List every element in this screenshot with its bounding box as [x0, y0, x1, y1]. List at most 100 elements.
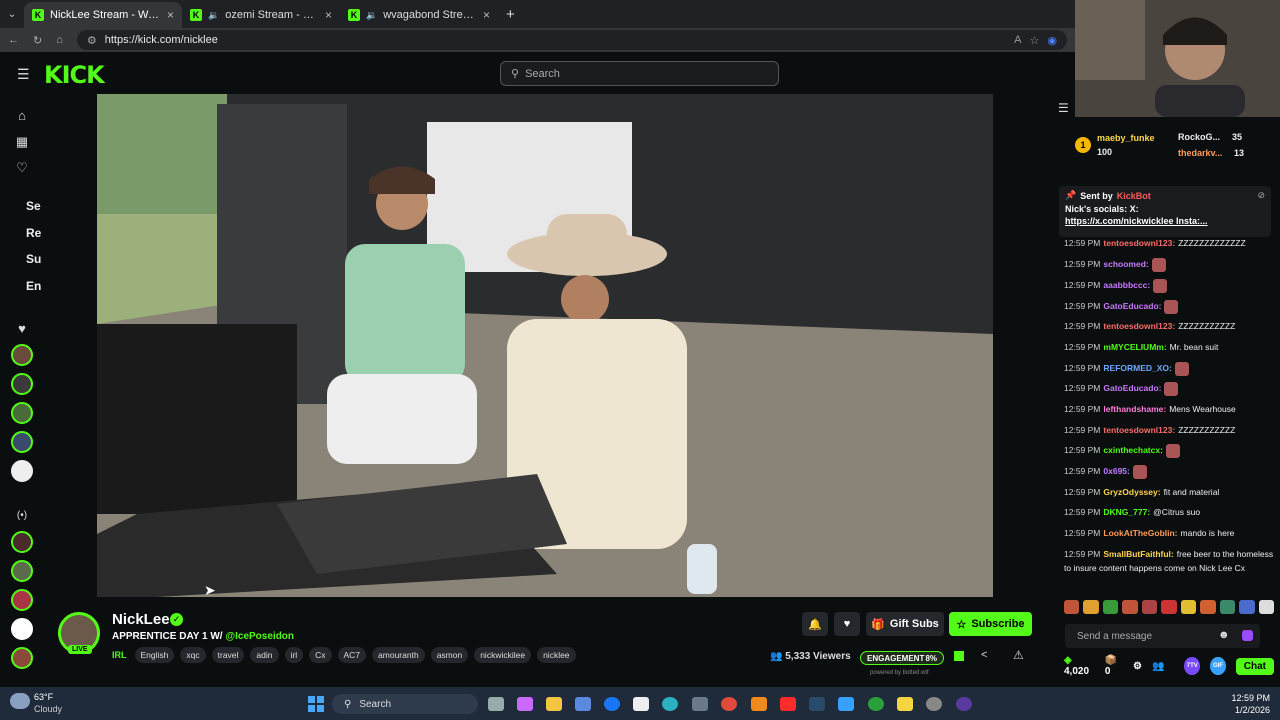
new-tab-button[interactable]: +	[506, 6, 515, 23]
clip-icon[interactable]	[954, 651, 964, 661]
emote-icon[interactable]	[1161, 600, 1177, 614]
search-input[interactable]: ⚲ Search	[500, 61, 779, 86]
pinned-message[interactable]: 📌 Sent by KickBot ⊘ Nick's socials: X: h…	[1059, 186, 1271, 237]
browse-icon[interactable]: ▦	[14, 134, 30, 150]
followed-channel-avatar[interactable]	[11, 402, 33, 424]
recommended-channel-avatar[interactable]	[11, 560, 33, 582]
leaderboard-name[interactable]: RockoG...	[1178, 132, 1220, 142]
site-info-icon[interactable]: ⚙	[87, 34, 97, 47]
sticky-notes-icon[interactable]	[897, 697, 913, 711]
clock-date[interactable]: 1/2/2026	[1222, 705, 1270, 715]
chat-message-user[interactable]: tentoesdownl123:	[1103, 238, 1175, 248]
file-explorer-icon[interactable]	[546, 697, 562, 711]
tab-list-chevron-icon[interactable]: ⌄	[0, 9, 24, 20]
followed-channel-avatar[interactable]	[11, 373, 33, 395]
followed-channel-avatar[interactable]	[11, 460, 33, 482]
obs-icon[interactable]	[956, 697, 972, 711]
tab-ozemi[interactable]: K 🔉 ozemi Stream - Watch Live on Kick ×	[182, 2, 340, 28]
pinned-link[interactable]: https://x.com/nickwicklee Insta:...	[1065, 216, 1265, 226]
emote-icon[interactable]	[1219, 600, 1236, 614]
emote-icon[interactable]	[1102, 600, 1119, 614]
task-view-icon[interactable]	[488, 697, 504, 711]
chat-message-user[interactable]: tentoesdownl123:	[1103, 321, 1175, 331]
unpin-icon[interactable]: ⊘	[1257, 190, 1265, 201]
app-icon[interactable]	[838, 697, 854, 711]
emote-icon[interactable]	[1083, 600, 1099, 614]
leaderboard-name[interactable]: thedarkv...	[1178, 148, 1222, 158]
emote-icon[interactable]	[1180, 600, 1197, 614]
chat-message-user[interactable]: schoomed:	[1103, 259, 1148, 269]
calculator-icon[interactable]	[692, 697, 708, 711]
gift-subs-button[interactable]: 🎁 Gift Subs	[866, 612, 944, 636]
chat-message-user[interactable]: lefthandshame:	[1103, 404, 1166, 414]
sidebar-label[interactable]: Su	[26, 252, 41, 266]
back-icon[interactable]: ←	[8, 34, 19, 46]
tag[interactable]: Cx	[309, 647, 332, 663]
tag[interactable]: English	[134, 647, 175, 663]
chat-message-user[interactable]: LookAtTheGoblin:	[1103, 528, 1177, 538]
chat-message-user[interactable]: DKNG_777:	[1103, 507, 1150, 517]
following-heart-icon[interactable]: ♡	[14, 160, 30, 176]
emote-icon[interactable]	[1064, 600, 1080, 614]
amazon-icon[interactable]	[633, 697, 649, 711]
emote-icon[interactable]	[1258, 600, 1274, 614]
weather-icon[interactable]	[10, 693, 30, 709]
recommended-channel-avatar[interactable]	[11, 647, 33, 669]
tag[interactable]: nickwickilee	[474, 647, 532, 663]
recommended-channel-avatar[interactable]	[11, 531, 33, 553]
tag[interactable]: asmon	[430, 647, 469, 663]
chat-message-user[interactable]: tentoesdownl123:	[1103, 425, 1175, 435]
sidebar-label[interactable]: Re	[26, 226, 41, 240]
home-icon[interactable]: ⌂	[14, 108, 30, 124]
category-link[interactable]: IRL	[112, 650, 127, 660]
stream-title-mention[interactable]: @IcePoseidon	[225, 631, 294, 642]
kick-logo[interactable]: KICK	[44, 61, 105, 89]
follow-heart-button[interactable]: ♥	[834, 612, 860, 636]
sidebar-label[interactable]: Se	[26, 199, 41, 213]
emoji-picker-icon[interactable]: ☻	[1218, 629, 1230, 641]
chat-message-user[interactable]: SmallButFaithful:	[1103, 549, 1173, 559]
leaderboard-name[interactable]: maeby_funke	[1097, 133, 1155, 143]
emote-icon[interactable]	[1200, 600, 1216, 614]
close-tab-icon[interactable]: ×	[167, 8, 174, 22]
emote-icon[interactable]	[1141, 600, 1158, 614]
chrome-icon[interactable]	[721, 697, 737, 711]
close-tab-icon[interactable]: ×	[483, 8, 490, 22]
chat-settings-icon[interactable]: ⚙	[1133, 661, 1142, 672]
settings-icon[interactable]	[926, 697, 942, 711]
followed-channel-avatar[interactable]	[11, 344, 33, 366]
emote-icon[interactable]	[1239, 600, 1255, 614]
followed-channel-avatar[interactable]	[11, 431, 33, 453]
hamburger-menu-icon[interactable]: ☰	[17, 66, 30, 83]
tab-nicklee[interactable]: K NickLee Stream - Watch Live on Kick ×	[24, 2, 182, 28]
chat-message-user[interactable]: 0x695:	[1103, 466, 1129, 476]
tag[interactable]: AC7	[337, 647, 367, 663]
clock-time[interactable]: 12:59 PM	[1222, 693, 1270, 703]
url-field[interactable]: ⚙ https://kick.com/nicklee A ☆ ◉	[76, 30, 1067, 50]
tag[interactable]: amouranth	[372, 647, 425, 663]
home-icon[interactable]: ⌂	[56, 34, 63, 46]
chat-message-user[interactable]: GryzOdyssey:	[1103, 487, 1160, 497]
chat-message-user[interactable]: cxinthechatcx:	[1103, 445, 1163, 455]
read-aloud-icon[interactable]: A	[1014, 34, 1021, 46]
tag[interactable]: xqc	[180, 647, 206, 663]
extension-icon[interactable]: ◉	[1047, 34, 1057, 47]
chat-message-user[interactable]: mMYCELIUMm:	[1103, 342, 1166, 352]
drops-counter[interactable]: 📦 0	[1105, 655, 1123, 677]
channel-points[interactable]: ◈ 4,020	[1064, 655, 1095, 677]
copilot-icon[interactable]	[517, 697, 533, 711]
tag[interactable]: irl	[284, 647, 304, 663]
chat-message-user[interactable]: GatoEducado:	[1103, 301, 1161, 311]
chat-message-user[interactable]: REFORMED_XO:	[1103, 363, 1171, 373]
users-icon[interactable]: 👥	[1152, 661, 1164, 672]
chat-message-user[interactable]: aaabbbccc:	[1103, 280, 1150, 290]
edge-icon[interactable]	[662, 697, 678, 711]
share-icon[interactable]: <	[981, 649, 987, 661]
sidebar-label[interactable]: En	[26, 279, 41, 293]
notifications-bell-button[interactable]: 🔔	[802, 612, 828, 636]
facebook-icon[interactable]	[604, 697, 620, 711]
chat-input[interactable]: Send a message	[1065, 624, 1260, 648]
tab-wvagabond[interactable]: K 🔉 wvagabond Stream - Watch Live on Kic…	[340, 2, 498, 28]
emote-icon[interactable]	[1122, 600, 1138, 614]
recommended-channel-avatar[interactable]	[11, 589, 33, 611]
